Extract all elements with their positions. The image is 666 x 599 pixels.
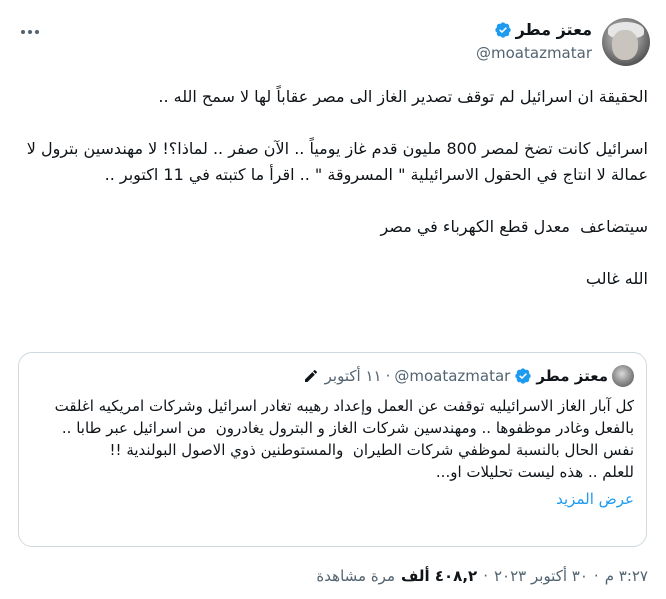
views-label: مرة مشاهدة bbox=[316, 567, 395, 585]
quoted-tweet-text: كل آبار الغاز الاسرائيليه توقفت عن العمل… bbox=[54, 397, 634, 481]
author-handle[interactable]: @moatazmatar bbox=[252, 44, 592, 62]
quoted-tweet-date: ١١ أكتوبر bbox=[324, 367, 382, 385]
quoted-tweet-header: معتز مطر @moatazmatar · ١١ أكتوبر bbox=[31, 365, 634, 387]
quoted-tweet[interactable]: معتز مطر @moatazmatar · ١١ أكتوبر كل آبا… bbox=[18, 352, 647, 547]
author-avatar[interactable] bbox=[602, 18, 650, 66]
views-count: ٤٠٨,٢ ألف bbox=[401, 567, 478, 585]
tweet-author: معتز مطر @moatazmatar bbox=[252, 20, 592, 62]
tweet-text: الحقيقة ان اسرائيل لم توقف تصدير الغاز ا… bbox=[26, 87, 648, 288]
more-options-icon[interactable] bbox=[16, 22, 44, 42]
avatar-face bbox=[612, 30, 638, 60]
verified-badge-icon bbox=[494, 22, 511, 38]
tweet-date[interactable]: ٣٠ أكتوبر ٢٠٢٣ bbox=[494, 566, 588, 586]
author-name-row: معتز مطر bbox=[252, 20, 592, 40]
separator-dot: · bbox=[483, 567, 488, 585]
tweet-time[interactable]: ٣:٢٧ م bbox=[605, 566, 648, 586]
verified-badge-icon bbox=[515, 368, 532, 384]
quoted-author-name: معتز مطر bbox=[536, 367, 608, 385]
separator-dot: · bbox=[385, 367, 391, 385]
show-more-link[interactable]: عرض المزيد bbox=[31, 489, 634, 509]
quoted-author-handle: @moatazmatar bbox=[394, 367, 511, 385]
quoted-author-avatar bbox=[612, 365, 634, 387]
tweet-metadata: ٣:٢٧ م · ٣٠ أكتوبر ٢٠٢٣ · ٤٠٨,٢ ألف مرة … bbox=[18, 566, 648, 586]
dot bbox=[21, 30, 25, 34]
dot bbox=[28, 30, 32, 34]
dot bbox=[35, 30, 39, 34]
pencil-icon bbox=[304, 369, 317, 382]
separator-dot: · bbox=[593, 567, 599, 585]
author-name[interactable]: معتز مطر bbox=[516, 20, 592, 40]
